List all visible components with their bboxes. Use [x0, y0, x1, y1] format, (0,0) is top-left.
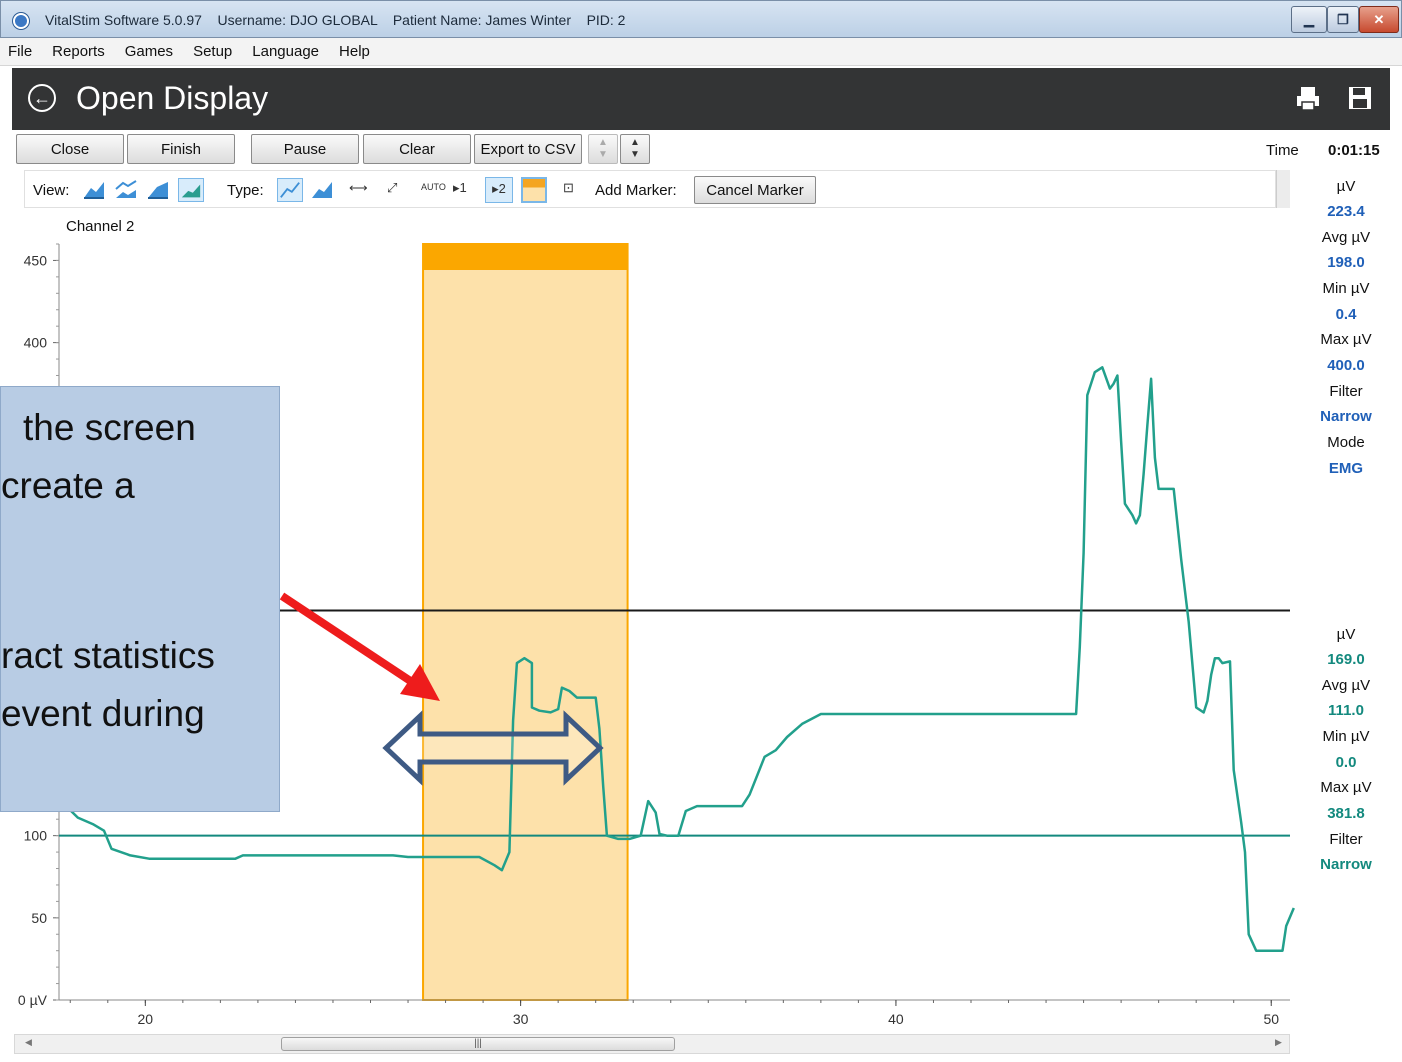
- scroll-right-icon[interactable]: ▶: [1275, 1037, 1282, 1048]
- chart-horizontal-scrollbar[interactable]: ◀ ||| ▶: [14, 1034, 1290, 1054]
- annotation-arrows: [279, 592, 604, 786]
- scroll-thumb[interactable]: |||: [281, 1037, 675, 1051]
- double-arrow: [382, 710, 604, 786]
- scroll-left-icon[interactable]: ◀: [25, 1037, 32, 1048]
- red-arrow-shaft: [279, 592, 421, 690]
